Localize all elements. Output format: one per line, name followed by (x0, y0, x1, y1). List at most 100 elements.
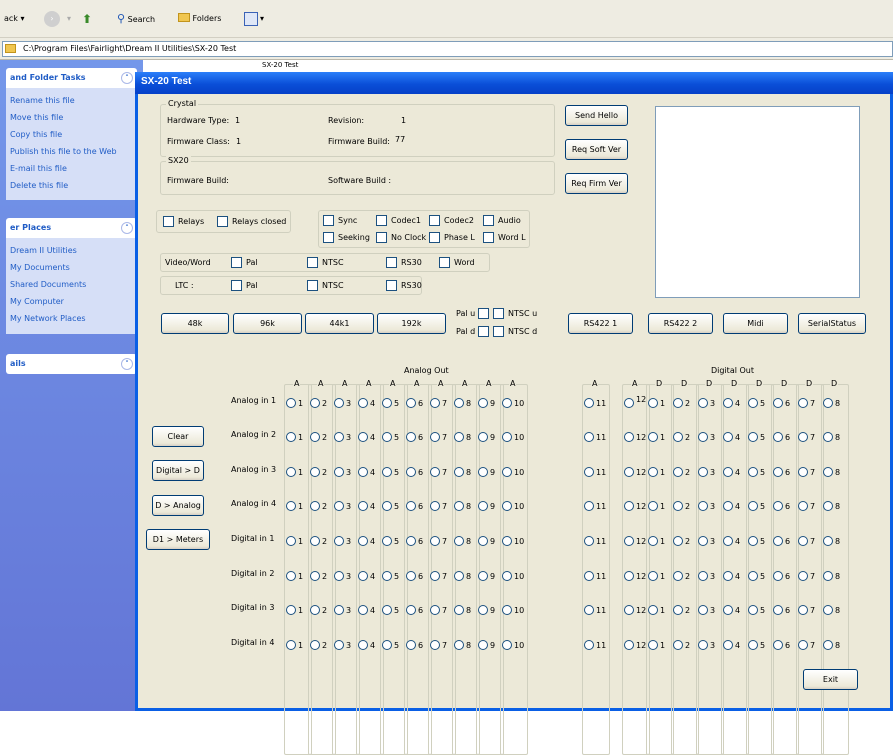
place-my-documents[interactable]: My Documents (10, 259, 133, 276)
digital-route-radio-r5-c1[interactable] (648, 536, 658, 546)
digital-route-radio-r6-c8[interactable] (823, 571, 833, 581)
analog-route-radio-r6-c8[interactable] (454, 571, 464, 581)
video-pal-checkbox[interactable] (231, 257, 242, 268)
analog-route-radio-r3-c12[interactable] (624, 467, 634, 477)
analog-route-radio-r1-c11[interactable] (584, 398, 594, 408)
analog-route-radio-r5-c7[interactable] (430, 536, 440, 546)
digital-route-radio-r5-c6[interactable] (773, 536, 783, 546)
digital-route-radio-r5-c7[interactable] (798, 536, 808, 546)
digital-route-radio-r6-c7[interactable] (798, 571, 808, 581)
analog-route-radio-r3-c2[interactable] (310, 467, 320, 477)
analog-route-radio-r2-c10[interactable] (502, 432, 512, 442)
analog-route-radio-r6-c9[interactable] (478, 571, 488, 581)
digital-route-radio-r6-c2[interactable] (673, 571, 683, 581)
digital-route-radio-r3-c6[interactable] (773, 467, 783, 477)
analog-route-radio-r1-c4[interactable] (358, 398, 368, 408)
digital-route-radio-r5-c3[interactable] (698, 536, 708, 546)
analog-route-radio-r4-c12[interactable] (624, 501, 634, 511)
digital-route-radio-r1-c6[interactable] (773, 398, 783, 408)
digital-route-radio-r1-c2[interactable] (673, 398, 683, 408)
analog-route-radio-r1-c10[interactable] (502, 398, 512, 408)
analog-route-radio-r2-c7[interactable] (430, 432, 440, 442)
views-dropdown-icon[interactable]: ▾ (260, 11, 264, 27)
analog-route-radio-r2-c3[interactable] (334, 432, 344, 442)
digital-route-radio-r1-c3[interactable] (698, 398, 708, 408)
digital-route-radio-r3-c2[interactable] (673, 467, 683, 477)
collapse-chevron-icon[interactable]: ˄ (121, 72, 133, 84)
exit-button[interactable]: Exit (803, 669, 858, 690)
digital-route-radio-r2-c4[interactable] (723, 432, 733, 442)
analog-route-radio-r8-c2[interactable] (310, 640, 320, 650)
digital-route-radio-r5-c2[interactable] (673, 536, 683, 546)
digital-route-radio-r2-c2[interactable] (673, 432, 683, 442)
analog-route-radio-r2-c12[interactable] (624, 432, 634, 442)
digital-route-radio-r8-c4[interactable] (723, 640, 733, 650)
video-ntsc-checkbox[interactable] (307, 257, 318, 268)
digital-route-radio-r1-c8[interactable] (823, 398, 833, 408)
analog-route-radio-r1-c5[interactable] (382, 398, 392, 408)
d1-to-meters-button[interactable]: D1 > Meters (146, 529, 210, 550)
forward-icon[interactable]: › (44, 11, 60, 27)
address-field[interactable]: C:\Program Files\Fairlight\Dream II Util… (2, 41, 893, 57)
task-delete[interactable]: Delete this file (10, 177, 133, 194)
analog-route-radio-r4-c8[interactable] (454, 501, 464, 511)
codec2-checkbox[interactable] (429, 215, 440, 226)
analog-route-radio-r4-c2[interactable] (310, 501, 320, 511)
analog-route-radio-r6-c4[interactable] (358, 571, 368, 581)
digital-route-radio-r5-c8[interactable] (823, 536, 833, 546)
task-move[interactable]: Move this file (10, 109, 133, 126)
analog-route-radio-r5-c3[interactable] (334, 536, 344, 546)
analog-route-radio-r3-c6[interactable] (406, 467, 416, 477)
digital-route-radio-r8-c8[interactable] (823, 640, 833, 650)
analog-route-radio-r1-c7[interactable] (430, 398, 440, 408)
place-my-network-places[interactable]: My Network Places (10, 310, 133, 327)
file-tasks-header[interactable]: and Folder Tasks ˄ (6, 68, 137, 88)
analog-route-radio-r8-c8[interactable] (454, 640, 464, 650)
digital-route-radio-r4-c8[interactable] (823, 501, 833, 511)
analog-route-radio-r7-c10[interactable] (502, 605, 512, 615)
analog-route-radio-r7-c12[interactable] (624, 605, 634, 615)
analog-route-radio-r6-c10[interactable] (502, 571, 512, 581)
analog-route-radio-r3-c8[interactable] (454, 467, 464, 477)
digital-route-radio-r2-c5[interactable] (748, 432, 758, 442)
48k-button[interactable]: 48k (161, 313, 229, 334)
ltc-pal-checkbox[interactable] (231, 280, 242, 291)
pal-u-checkbox[interactable] (478, 308, 489, 319)
folders-button[interactable]: Folders (178, 11, 221, 27)
ltc-ntsc-checkbox[interactable] (307, 280, 318, 291)
analog-route-radio-r2-c5[interactable] (382, 432, 392, 442)
req-firm-ver-button[interactable]: Req Firm Ver (565, 173, 628, 194)
digital-route-radio-r6-c3[interactable] (698, 571, 708, 581)
digital-route-radio-r4-c3[interactable] (698, 501, 708, 511)
analog-route-radio-r4-c6[interactable] (406, 501, 416, 511)
analog-route-radio-r3-c1[interactable] (286, 467, 296, 477)
digital-route-radio-r3-c3[interactable] (698, 467, 708, 477)
place-my-computer[interactable]: My Computer (10, 293, 133, 310)
analog-route-radio-r6-c7[interactable] (430, 571, 440, 581)
digital-route-radio-r4-c4[interactable] (723, 501, 733, 511)
seeking-checkbox[interactable] (323, 232, 334, 243)
ltc-rs530-checkbox[interactable] (386, 280, 397, 291)
midi-button[interactable]: Midi (723, 313, 788, 334)
analog-route-radio-r6-c11[interactable] (584, 571, 594, 581)
up-folder-icon[interactable]: ⬆ (82, 11, 92, 27)
analog-route-radio-r7-c11[interactable] (584, 605, 594, 615)
analog-route-radio-r4-c10[interactable] (502, 501, 512, 511)
analog-route-radio-r6-c3[interactable] (334, 571, 344, 581)
expand-chevron-icon[interactable]: ˅ (121, 358, 133, 370)
analog-route-radio-r3-c3[interactable] (334, 467, 344, 477)
digital-route-radio-r5-c4[interactable] (723, 536, 733, 546)
digital-route-radio-r4-c5[interactable] (748, 501, 758, 511)
place-shared-documents[interactable]: Shared Documents (10, 276, 133, 293)
details-header[interactable]: ails ˅ (6, 354, 137, 374)
task-email[interactable]: E-mail this file (10, 160, 133, 177)
analog-route-radio-r5-c12[interactable] (624, 536, 634, 546)
digital-route-radio-r2-c8[interactable] (823, 432, 833, 442)
rs422-1-button[interactable]: RS422 1 (568, 313, 633, 334)
ntsc-u-checkbox[interactable] (493, 308, 504, 319)
analog-route-radio-r7-c7[interactable] (430, 605, 440, 615)
phase-l-checkbox[interactable] (429, 232, 440, 243)
analog-route-radio-r7-c1[interactable] (286, 605, 296, 615)
digital-route-radio-r3-c1[interactable] (648, 467, 658, 477)
analog-route-radio-r8-c1[interactable] (286, 640, 296, 650)
